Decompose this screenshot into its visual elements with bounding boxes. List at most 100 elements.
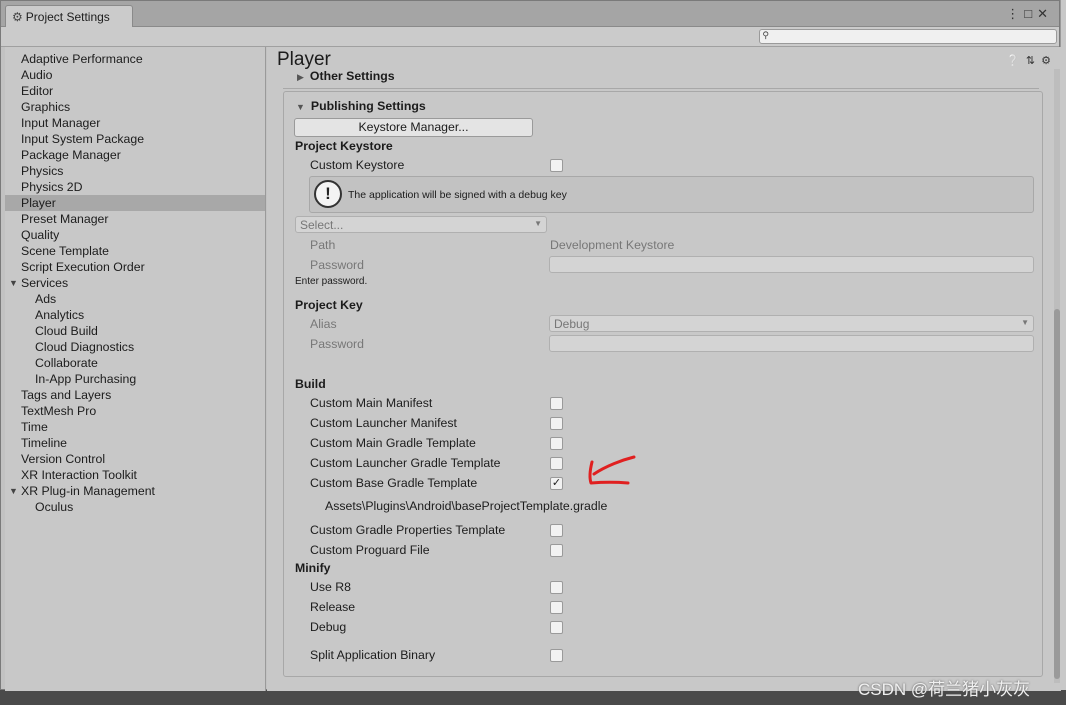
- option-checkbox[interactable]: [550, 524, 563, 537]
- other-settings-header[interactable]: ▶ Other Settings: [297, 69, 395, 83]
- sidebar-item[interactable]: Script Execution Order: [5, 259, 265, 275]
- keystore-manager-button[interactable]: Keystore Manager...: [294, 118, 533, 137]
- sidebar-item[interactable]: ▼ Services: [5, 275, 265, 291]
- sidebar-item-label: Preset Manager: [21, 212, 109, 226]
- option-label: Debug: [310, 620, 347, 634]
- sidebar-item[interactable]: Version Control: [5, 451, 265, 467]
- publishing-settings-header[interactable]: ▼ Publishing Settings: [296, 99, 426, 113]
- scrollbar-thumb[interactable]: [1054, 309, 1060, 679]
- option-checkbox[interactable]: [550, 457, 563, 470]
- sidebar-item[interactable]: Adaptive Performance: [5, 51, 265, 67]
- sidebar-item[interactable]: In-App Purchasing: [5, 371, 265, 387]
- help-icon[interactable]: ❔: [1006, 55, 1026, 67]
- sidebar-item-label: Script Execution Order: [21, 260, 145, 274]
- sidebar-item[interactable]: Tags and Layers: [5, 387, 265, 403]
- option-label: Custom Base Gradle Template: [310, 476, 478, 490]
- sidebar-item-label: Services: [21, 276, 69, 290]
- option-checkbox[interactable]: [550, 601, 563, 614]
- alias-dropdown[interactable]: Debug ▼: [549, 315, 1034, 332]
- base-gradle-path: Assets\Plugins\Android\baseProjectTempla…: [325, 499, 608, 513]
- watermark: CSDN @荷兰猪小灰灰: [858, 680, 1031, 699]
- sidebar-item[interactable]: Input System Package: [5, 131, 265, 147]
- sidebar-item[interactable]: Preset Manager: [5, 211, 265, 227]
- sidebar-item-label: Cloud Diagnostics: [35, 340, 135, 354]
- window-controls: ⋮□✕: [1006, 6, 1053, 22]
- sidebar-item[interactable]: Audio: [5, 67, 265, 83]
- close-icon[interactable]: ✕: [1037, 6, 1053, 21]
- sidebar-item-label: Input System Package: [21, 132, 145, 146]
- sidebar-item-label: Physics 2D: [21, 180, 83, 194]
- chevron-down-icon: ▼: [534, 219, 542, 228]
- sidebar-item[interactable]: Ads: [5, 291, 265, 307]
- sidebar-item[interactable]: Graphics: [5, 99, 265, 115]
- sidebar-item-label: Ads: [35, 292, 57, 306]
- scrollbar[interactable]: [1054, 69, 1060, 683]
- settings-sidebar: Adaptive Performance Audio Editor Graphics I…: [5, 47, 266, 691]
- sliders-icon[interactable]: ⇅: [1026, 55, 1041, 67]
- sidebar-item-label: Editor: [21, 84, 54, 98]
- sidebar-item-label: Timeline: [21, 436, 68, 450]
- path-label: Path: [310, 238, 336, 252]
- sidebar-item[interactable]: Collaborate: [5, 355, 265, 371]
- project-settings-window: ⚙ Project Settings ⋮□✕ ⚲ Adaptive Perform…: [0, 0, 1061, 691]
- tab-project-settings[interactable]: ⚙ Project Settings: [5, 5, 133, 28]
- maximize-icon[interactable]: □: [1024, 6, 1037, 21]
- build-heading: Build: [295, 377, 326, 391]
- key-password-field[interactable]: [549, 335, 1034, 352]
- project-keystore-heading: Project Keystore: [295, 139, 393, 153]
- warning-info-icon: !: [314, 180, 342, 208]
- sidebar-item[interactable]: Scene Template: [5, 243, 265, 259]
- expand-arrow-icon[interactable]: ▼: [9, 483, 18, 499]
- expanded-arrow-icon: ▼: [296, 102, 305, 112]
- sidebar-item-label: Scene Template: [21, 244, 109, 258]
- sidebar-item[interactable]: Package Manager: [5, 147, 265, 163]
- sidebar-item[interactable]: ▼ XR Plug-in Management: [5, 483, 265, 499]
- option-checkbox[interactable]: [550, 437, 563, 450]
- option-checkbox[interactable]: [550, 581, 563, 594]
- custom-keystore-label: Custom Keystore: [310, 158, 405, 172]
- sidebar-item-label: Input Manager: [21, 116, 101, 130]
- sidebar-item[interactable]: Oculus: [5, 499, 265, 515]
- sidebar-item[interactable]: TextMesh Pro: [5, 403, 265, 419]
- sidebar-item[interactable]: Physics 2D: [5, 179, 265, 195]
- sidebar-item[interactable]: Cloud Diagnostics: [5, 339, 265, 355]
- option-checkbox[interactable]: [550, 417, 563, 430]
- option-checkbox[interactable]: [550, 397, 563, 410]
- sidebar-item[interactable]: Editor: [5, 83, 265, 99]
- option-label: Custom Launcher Manifest: [310, 416, 457, 430]
- sidebar-item[interactable]: Time: [5, 419, 265, 435]
- minify-heading: Minify: [295, 561, 331, 575]
- collapsed-arrow-icon: ▶: [297, 72, 304, 82]
- search-input[interactable]: [759, 29, 1057, 44]
- sidebar-item-label: Time: [21, 420, 48, 434]
- sidebar-item[interactable]: Physics: [5, 163, 265, 179]
- split-binary-checkbox[interactable]: [550, 649, 563, 662]
- red-annotation-arrow: [588, 455, 636, 485]
- option-checkbox[interactable]: [550, 544, 563, 557]
- project-key-heading: Project Key: [295, 298, 363, 312]
- help-text: The application will be signed with a de…: [348, 189, 567, 201]
- sidebar-item-label: Player: [21, 196, 56, 210]
- sidebar-item-label: Graphics: [21, 100, 71, 114]
- gear-icon[interactable]: ⚙: [1041, 55, 1057, 67]
- split-binary-label: Split Application Binary: [310, 648, 436, 662]
- option-label: Custom Launcher Gradle Template: [310, 456, 501, 470]
- sidebar-item-label: Adaptive Performance: [21, 52, 143, 66]
- sidebar-item-label: Audio: [21, 68, 53, 82]
- sidebar-item[interactable]: Analytics: [5, 307, 265, 323]
- sidebar-item[interactable]: Cloud Build: [5, 323, 265, 339]
- custom-keystore-checkbox[interactable]: [550, 159, 563, 172]
- option-checkbox[interactable]: [550, 621, 563, 634]
- more-menu-icon[interactable]: ⋮: [1006, 6, 1024, 21]
- expand-arrow-icon[interactable]: ▼: [9, 275, 18, 291]
- sidebar-item[interactable]: XR Interaction Toolkit: [5, 467, 265, 483]
- sidebar-item[interactable]: Player: [5, 195, 265, 211]
- enter-password-hint: Enter password.: [295, 276, 368, 287]
- other-settings-foldout[interactable]: ▶ Other Settings: [283, 67, 1039, 89]
- keystore-select-dropdown[interactable]: Select... ▼: [295, 216, 547, 233]
- sidebar-item[interactable]: Input Manager: [5, 115, 265, 131]
- option-checkbox[interactable]: ✓: [550, 477, 563, 490]
- sidebar-item[interactable]: Quality: [5, 227, 265, 243]
- sidebar-item[interactable]: Timeline: [5, 435, 265, 451]
- keystore-password-field[interactable]: [549, 256, 1034, 273]
